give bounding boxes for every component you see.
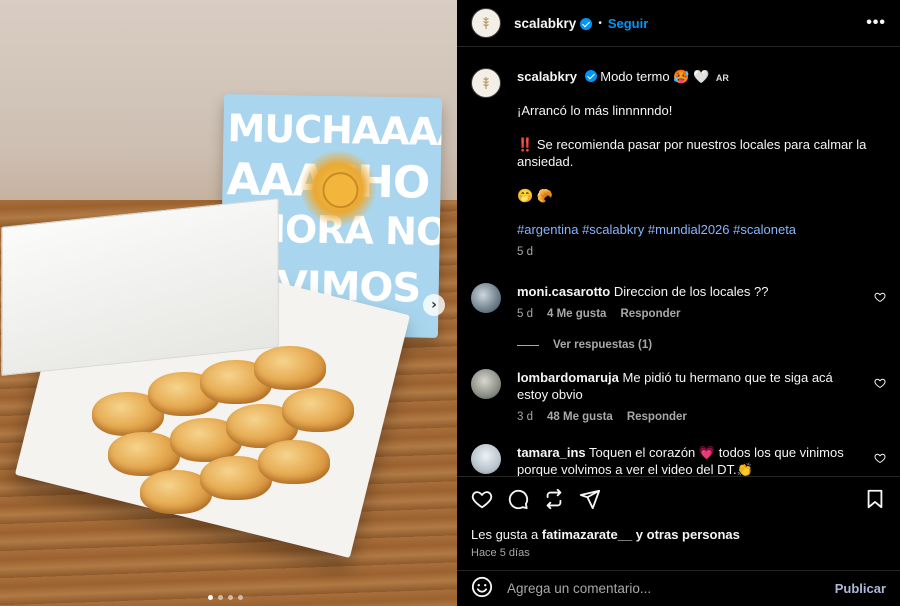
post-side-panel: scalabkry • Seguir ••• scalabkry Modo te — [457, 0, 900, 606]
hashtag-link[interactable]: #argentina — [517, 222, 578, 237]
reply-button[interactable]: Responder — [620, 306, 680, 323]
comment-time: 5 d — [517, 308, 533, 320]
profile-avatar[interactable] — [471, 8, 501, 38]
carousel-dot — [218, 595, 223, 600]
comment-like-heart-icon[interactable] — [874, 377, 886, 389]
comment-bubble-icon[interactable] — [507, 488, 529, 510]
smiley-icon — [471, 576, 493, 598]
caption-line-3: 🤭 🥐 — [517, 188, 553, 203]
caption-title: Modo termo — [600, 69, 670, 84]
post-date: Hace 5 días — [471, 547, 530, 559]
likes-prefix: Les gusta a — [471, 527, 539, 542]
caption-line-1: ¡Arrancó lo más linnnnndo! — [517, 103, 673, 118]
post-photo[interactable]: MUCHAAAA AAACHO AHORA NO OLVIMOS › — [0, 0, 457, 606]
argentina-flag-icon: AR — [715, 73, 729, 83]
comment-likes[interactable]: 4 Me gusta — [547, 306, 606, 323]
comment-meta: 5 d 4 Me gusta Responder — [517, 306, 864, 323]
likes-summary: Les gusta a fatimazarate__ y otras perso… — [471, 527, 886, 542]
caption-body: scalabkry Modo termo 🥵 🤍 AR ¡Arrancó lo … — [517, 68, 886, 261]
verified-badge-icon — [584, 70, 597, 82]
action-bar — [471, 487, 886, 511]
photo-box-lid — [1, 197, 279, 377]
comment-meta: 3 d 48 Me gusta Responder — [517, 409, 864, 426]
carousel-indicator — [208, 595, 243, 600]
post-caption: scalabkry Modo termo 🥵 🤍 AR ¡Arrancó lo … — [471, 48, 886, 261]
comment-text: Toquen el corazón — [589, 445, 696, 460]
commenter-avatar[interactable] — [471, 444, 501, 474]
comment-body: tamara_ins Toquen el corazón 💗 todos los… — [517, 444, 886, 476]
comment-input[interactable] — [507, 581, 835, 596]
carousel-dot — [228, 595, 233, 600]
view-replies-label: Ver respuestas (1) — [553, 339, 653, 351]
wheat-logo-icon — [483, 17, 489, 29]
comment-item: tamara_ins Toquen el corazón 💗 todos los… — [471, 444, 886, 476]
carousel-dot — [238, 595, 243, 600]
follow-button[interactable]: Seguir — [608, 16, 648, 31]
clapping-hands-icon: 👏 — [736, 462, 753, 476]
verified-badge-icon — [580, 18, 593, 30]
add-comment-bar: Publicar — [457, 570, 900, 606]
double-exclamation-icon: ‼️ — [517, 137, 534, 152]
view-replies-button[interactable]: Ver respuestas (1) — [517, 339, 886, 351]
hashtag-link[interactable]: #scalabkry — [582, 222, 644, 237]
comment-time: 3 d — [517, 411, 533, 423]
comment-body: moni.casarotto Direccion de los locales … — [517, 283, 886, 323]
hashtag-link[interactable]: #scaloneta — [733, 222, 796, 237]
header-separator: • — [598, 17, 602, 29]
hashtag-link[interactable]: #mundial2026 — [648, 222, 730, 237]
next-slide-button[interactable]: › — [423, 294, 445, 316]
pastry — [258, 440, 330, 484]
likes-user-link[interactable]: fatimazarate__ — [542, 527, 632, 542]
carousel-dot-active — [208, 595, 213, 600]
header-username[interactable]: scalabkry — [514, 16, 576, 31]
comments-scroll-area[interactable]: scalabkry Modo termo 🥵 🤍 AR ¡Arrancó lo … — [457, 48, 900, 476]
comment-username[interactable]: lombardomaruja — [517, 370, 619, 385]
save-bookmark-icon[interactable] — [864, 488, 886, 510]
post-header: scalabkry • Seguir ••• — [457, 0, 900, 47]
comment-body: lombardomaruja Me pidió tu hermano que t… — [517, 369, 886, 426]
comment-like-heart-icon[interactable] — [874, 452, 886, 464]
repost-icon[interactable] — [543, 488, 565, 510]
box-text-1: MUCHAAAA — [227, 106, 443, 155]
reply-button[interactable]: Responder — [627, 409, 687, 426]
comment-text: Direccion de los locales ?? — [613, 284, 769, 299]
publish-button[interactable]: Publicar — [835, 581, 886, 596]
wheat-logo-icon — [483, 77, 489, 89]
caption-avatar[interactable] — [471, 68, 501, 98]
more-options-icon[interactable]: ••• — [866, 14, 886, 32]
pastry — [254, 346, 326, 390]
comment-item: moni.casarotto Direccion de los locales … — [471, 283, 886, 323]
caption-username[interactable]: scalabkry — [517, 69, 577, 84]
post-actions: Les gusta a fatimazarate__ y otras perso… — [457, 476, 900, 559]
commenter-avatar[interactable] — [471, 283, 501, 313]
emoji-picker-button[interactable] — [471, 576, 493, 601]
caption-line-2: Se recomienda pasar por nuestros locales… — [517, 137, 867, 169]
pink-heart-icon: 💗 — [698, 445, 716, 460]
caption-time: 5 d — [517, 246, 533, 258]
comment-username[interactable]: tamara_ins — [517, 445, 586, 460]
comment-like-heart-icon[interactable] — [874, 291, 886, 303]
comment-likes[interactable]: 48 Me gusta — [547, 409, 613, 426]
post-viewer: MUCHAAAA AAACHO AHORA NO OLVIMOS › — [0, 0, 900, 606]
replies-divider — [517, 344, 539, 346]
comment-username[interactable]: moni.casarotto — [517, 284, 610, 299]
pastry — [282, 388, 354, 432]
commenter-avatar[interactable] — [471, 369, 501, 399]
like-heart-icon[interactable] — [471, 488, 493, 510]
caption-title-emojis: 🥵 🤍 — [673, 69, 710, 84]
share-send-icon[interactable] — [579, 488, 601, 510]
comment-item: lombardomaruja Me pidió tu hermano que t… — [471, 369, 886, 426]
likes-others-link[interactable]: y otras personas — [636, 527, 740, 542]
